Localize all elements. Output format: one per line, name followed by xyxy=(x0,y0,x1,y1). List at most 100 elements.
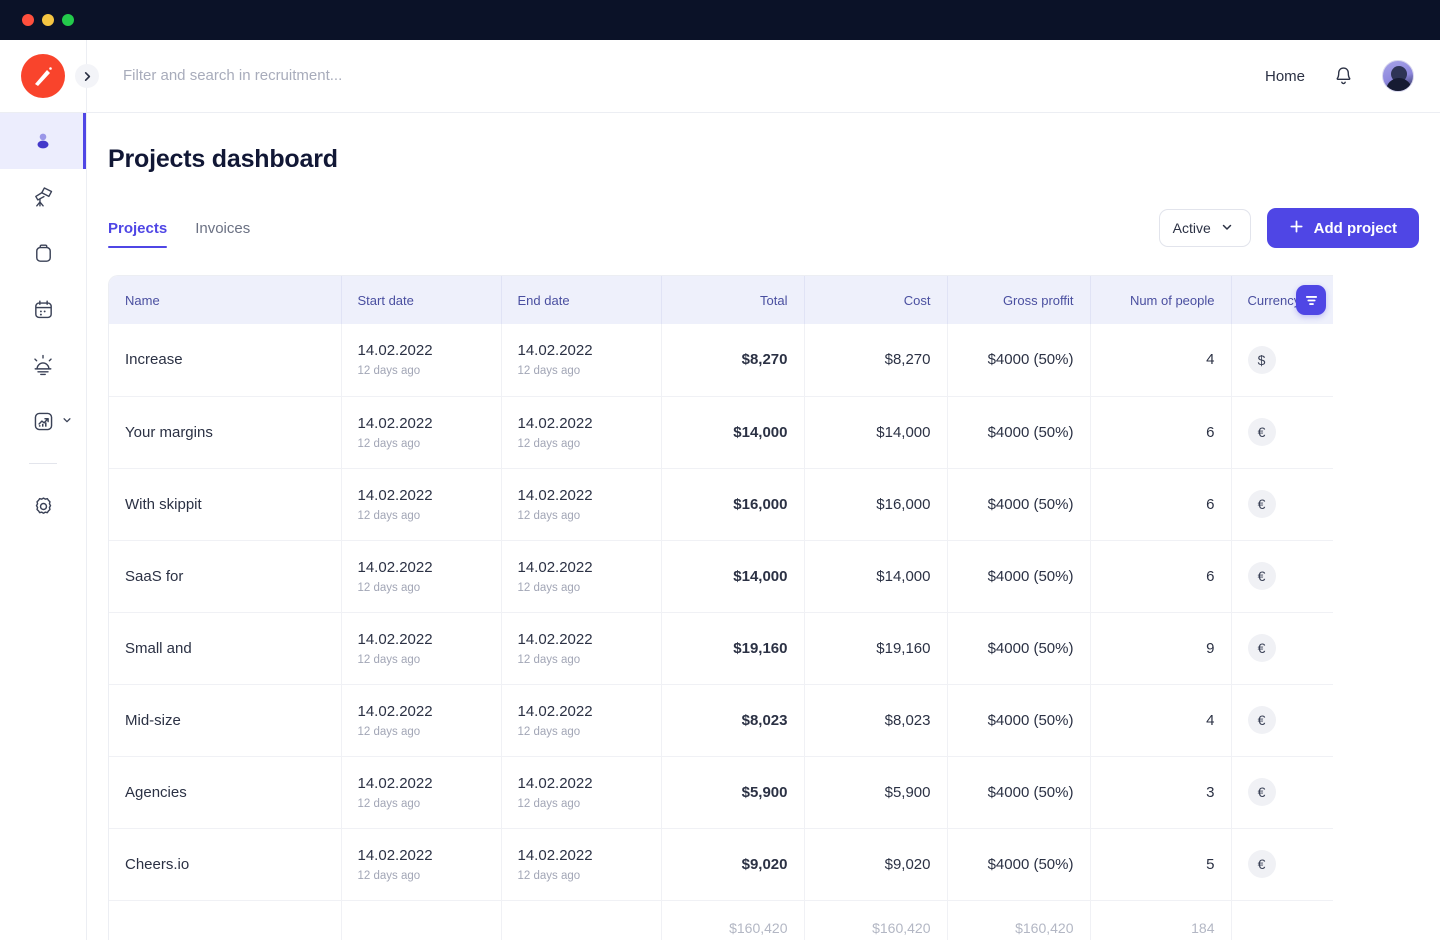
sidebar-item-insights[interactable] xyxy=(0,337,86,393)
sidebar-item-discover[interactable] xyxy=(0,169,86,225)
table-row[interactable]: Agencies 14.02.2022 12 days ago 14.02.20… xyxy=(109,756,1333,828)
cell-name: With skippit xyxy=(109,468,341,540)
currency-badge: € xyxy=(1248,706,1276,734)
cell-gross-profit: $4000 (50%) xyxy=(947,468,1090,540)
column-header-name[interactable]: Name xyxy=(109,276,341,324)
end-date-relative: 12 days ago xyxy=(518,510,645,522)
cell-currency: € xyxy=(1231,756,1333,828)
end-date-relative: 12 days ago xyxy=(518,365,645,377)
cell-currency: € xyxy=(1231,468,1333,540)
cell-cost: $19,160 xyxy=(804,612,947,684)
cell-currency: € xyxy=(1231,828,1333,900)
status-filter-dropdown[interactable]: Active xyxy=(1159,209,1251,247)
cell-total: $16,000 xyxy=(661,468,804,540)
currency-badge: $ xyxy=(1248,346,1276,374)
cell-total: $8,023 xyxy=(661,684,804,756)
sidebar-item-settings[interactable] xyxy=(0,478,86,534)
start-date-relative: 12 days ago xyxy=(358,798,485,810)
sidebar-item-reports[interactable] xyxy=(0,393,86,449)
start-date-relative: 12 days ago xyxy=(358,870,485,882)
tab-projects[interactable]: Projects xyxy=(108,220,167,248)
cell-total: $19,160 xyxy=(661,612,804,684)
cell-end-date: 14.02.2022 12 days ago xyxy=(501,756,661,828)
cell-start-date: 14.02.2022 12 days ago xyxy=(341,540,501,612)
column-header-currency-label: Currency xyxy=(1248,293,1301,308)
chevron-down-icon[interactable] xyxy=(62,412,72,430)
cell-num-people: 5 xyxy=(1090,828,1231,900)
column-header-currency[interactable]: Currency xyxy=(1231,276,1333,324)
telescope-icon xyxy=(31,185,55,209)
chevron-right-icon xyxy=(82,71,93,82)
start-date-value: 14.02.2022 xyxy=(358,415,485,433)
table-row[interactable]: Small and 14.02.2022 12 days ago 14.02.2… xyxy=(109,612,1333,684)
start-date-relative: 12 days ago xyxy=(358,510,485,522)
start-date-value: 14.02.2022 xyxy=(358,847,485,865)
search-input[interactable] xyxy=(123,67,1151,84)
column-header-total[interactable]: Total xyxy=(661,276,804,324)
brand-logo-icon[interactable] xyxy=(21,54,65,98)
cell-end-date: 14.02.2022 12 days ago xyxy=(501,540,661,612)
cell-cost: $16,000 xyxy=(804,468,947,540)
table-row[interactable]: With skippit 14.02.2022 12 days ago 14.0… xyxy=(109,468,1333,540)
user-avatar[interactable] xyxy=(1382,60,1414,92)
bell-icon[interactable] xyxy=(1333,65,1354,87)
cell-num-people: 6 xyxy=(1090,468,1231,540)
totals-row: $160,420 $160,420 $160,420 184 xyxy=(109,900,1333,940)
tab-invoices[interactable]: Invoices xyxy=(195,220,250,248)
tabs-and-actions: Projects Invoices Active xyxy=(87,208,1440,259)
currency-badge: € xyxy=(1248,850,1276,878)
home-link[interactable]: Home xyxy=(1265,68,1305,85)
window-close-button[interactable] xyxy=(22,14,34,26)
column-header-num-people[interactable]: Num of people xyxy=(1090,276,1231,324)
sidebar-item-jobs[interactable] xyxy=(0,225,86,281)
table-header-row: Name Start date End date Total Cost Gros… xyxy=(109,276,1333,324)
add-project-label: Add project xyxy=(1314,220,1397,237)
cell-cost: $8,023 xyxy=(804,684,947,756)
column-header-end-date[interactable]: End date xyxy=(501,276,661,324)
main-content: Projects dashboard Projects Invoices Act… xyxy=(87,113,1440,940)
gear-icon xyxy=(32,495,55,518)
sidebar-item-people[interactable] xyxy=(0,113,86,169)
start-date-value: 14.02.2022 xyxy=(358,487,485,505)
currency-badge: € xyxy=(1248,490,1276,518)
table-row[interactable]: Increase 14.02.2022 12 days ago 14.02.20… xyxy=(109,324,1333,396)
cell-start-date: 14.02.2022 12 days ago xyxy=(341,828,501,900)
status-filter-label: Active xyxy=(1173,220,1211,236)
window-minimize-button[interactable] xyxy=(42,14,54,26)
cell-num-people: 4 xyxy=(1090,684,1231,756)
sidebar-collapse-toggle[interactable] xyxy=(75,64,99,88)
cell-cost: $5,900 xyxy=(804,756,947,828)
cell-currency: $ xyxy=(1231,324,1333,396)
end-date-value: 14.02.2022 xyxy=(518,487,645,505)
cell-currency: € xyxy=(1231,396,1333,468)
end-date-relative: 12 days ago xyxy=(518,798,645,810)
filter-button[interactable] xyxy=(1296,285,1326,315)
table-row[interactable]: Your margins 14.02.2022 12 days ago 14.0… xyxy=(109,396,1333,468)
column-header-gross-profit[interactable]: Gross proffit xyxy=(947,276,1090,324)
currency-badge: € xyxy=(1248,562,1276,590)
table-row[interactable]: Cheers.io 14.02.2022 12 days ago 14.02.2… xyxy=(109,828,1333,900)
table-row[interactable]: Mid-size 14.02.2022 12 days ago 14.02.20… xyxy=(109,684,1333,756)
cell-gross-profit: $4000 (50%) xyxy=(947,684,1090,756)
end-date-value: 14.02.2022 xyxy=(518,703,645,721)
projects-table-container: Name Start date End date Total Cost Gros… xyxy=(108,275,1333,940)
currency-badge: € xyxy=(1248,778,1276,806)
cell-name: Increase xyxy=(109,324,341,396)
start-date-relative: 12 days ago xyxy=(358,365,485,377)
cell-end-date: 14.02.2022 12 days ago xyxy=(501,612,661,684)
totals-cell-cost: $160,420 xyxy=(804,900,947,940)
add-project-button[interactable]: Add project xyxy=(1267,208,1419,248)
sidebar-item-calendar[interactable] xyxy=(0,281,86,337)
search-area xyxy=(99,67,1265,85)
column-header-cost[interactable]: Cost xyxy=(804,276,947,324)
table-row[interactable]: SaaS for 14.02.2022 12 days ago 14.02.20… xyxy=(109,540,1333,612)
cell-gross-profit: $4000 (50%) xyxy=(947,828,1090,900)
column-header-start-date[interactable]: Start date xyxy=(341,276,501,324)
chart-growth-icon xyxy=(32,410,55,433)
cell-name: Agencies xyxy=(109,756,341,828)
cell-cost: $14,000 xyxy=(804,396,947,468)
chevron-down-icon xyxy=(1221,220,1233,236)
cell-start-date: 14.02.2022 12 days ago xyxy=(341,468,501,540)
window-maximize-button[interactable] xyxy=(62,14,74,26)
cell-start-date: 14.02.2022 12 days ago xyxy=(341,396,501,468)
